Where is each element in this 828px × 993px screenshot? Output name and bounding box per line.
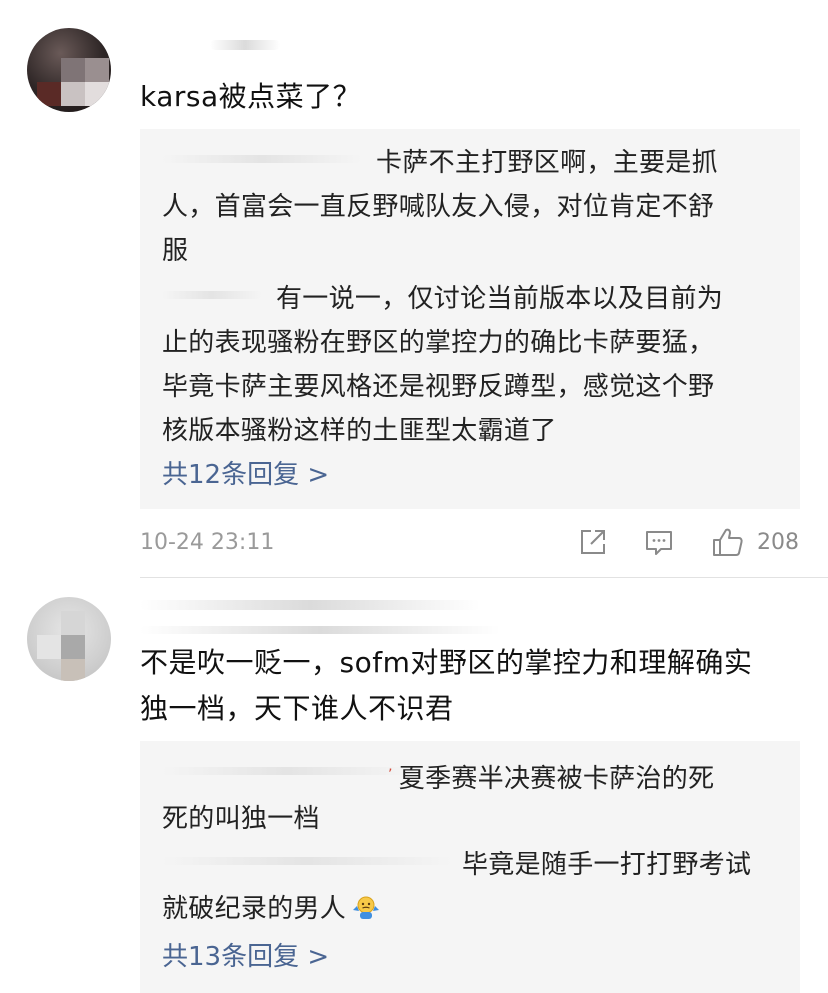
comment-line: 独一档，天下谁人不识君 <box>140 692 454 725</box>
shrug-emoji-icon <box>352 890 380 934</box>
reply-line: 卡萨不主打野区啊，主要是抓 <box>376 148 718 178</box>
comment-line: 不是吹一贬一，sofm对野区的掌控力和理解确实 <box>140 646 753 679</box>
reply-text: 就破纪录的男人 <box>162 894 347 924</box>
reply-preview-box[interactable]: 卡萨不主打野区啊，主要是抓 人，首富会一直反野喊队友入侵，对位肯定不舒 服 有一… <box>140 129 800 509</box>
reply-username[interactable] <box>162 857 452 865</box>
more-replies-link[interactable]: 共12条回复 > <box>162 455 329 495</box>
share-icon[interactable] <box>578 527 608 557</box>
name-fragment: ’ <box>388 767 393 783</box>
comment-line: karsa被点菜了？ <box>140 80 362 113</box>
comment-text: 不是吹一贬一，sofm对野区的掌控力和理解确实 独一档，天下谁人不识君 <box>140 640 752 732</box>
comment-time: 10-24 23:11 <box>140 530 275 555</box>
avatar[interactable] <box>27 597 111 681</box>
username-suffix <box>140 626 500 634</box>
reply-username[interactable] <box>162 767 412 775</box>
reply-line: 核版本骚粉这样的土匪型太霸道了 <box>162 416 557 446</box>
reply-line: 服 <box>162 236 189 266</box>
reply-text: 夏季赛半决赛被卡萨治的死 <box>398 764 715 794</box>
comment-item: karsa被点菜了？ 卡萨不主打野区啊，主要是抓 人，首富会一直反野喊队友入侵，… <box>0 0 828 578</box>
reply-line: 毕竟是随手一打打野考试 <box>462 850 752 880</box>
reply-username[interactable] <box>162 155 362 163</box>
reply-username[interactable] <box>162 291 262 299</box>
reply-line: 人，首富会一直反野喊队友入侵，对位肯定不舒 <box>162 192 715 222</box>
reply-line: 止的表现骚粉在野区的掌控力的确比卡萨要猛， <box>162 328 715 358</box>
reply-line: 就破纪录的男人 <box>162 887 380 934</box>
thumbs-up-icon[interactable] <box>711 527 745 557</box>
reply-line: 死的叫独一档 <box>162 804 320 834</box>
avatar[interactable] <box>27 28 111 112</box>
reply-line: 有一说一，仅讨论当前版本以及目前为 <box>276 284 724 314</box>
reply-line: 毕竟卡萨主要风格还是视野反蹲型，感觉这个野 <box>162 372 715 402</box>
username[interactable] <box>210 40 280 50</box>
reply-line: ’ 夏季赛半决赛被卡萨治的死 <box>388 753 714 801</box>
comment-item: 不是吹一贬一，sofm对野区的掌控力和理解确实 独一档，天下谁人不识君 ’ 夏季赛… <box>0 578 828 993</box>
comment-text: karsa被点菜了？ <box>140 74 361 120</box>
more-replies-link[interactable]: 共13条回复 > <box>162 937 329 977</box>
like-count: 208 <box>757 530 799 555</box>
reply-preview-box[interactable]: ’ 夏季赛半决赛被卡萨治的死 死的叫独一档 毕竟是随手一打打野考试 就破纪录的男人… <box>140 741 800 993</box>
comment-icon[interactable] <box>644 527 674 557</box>
username[interactable] <box>140 600 480 610</box>
